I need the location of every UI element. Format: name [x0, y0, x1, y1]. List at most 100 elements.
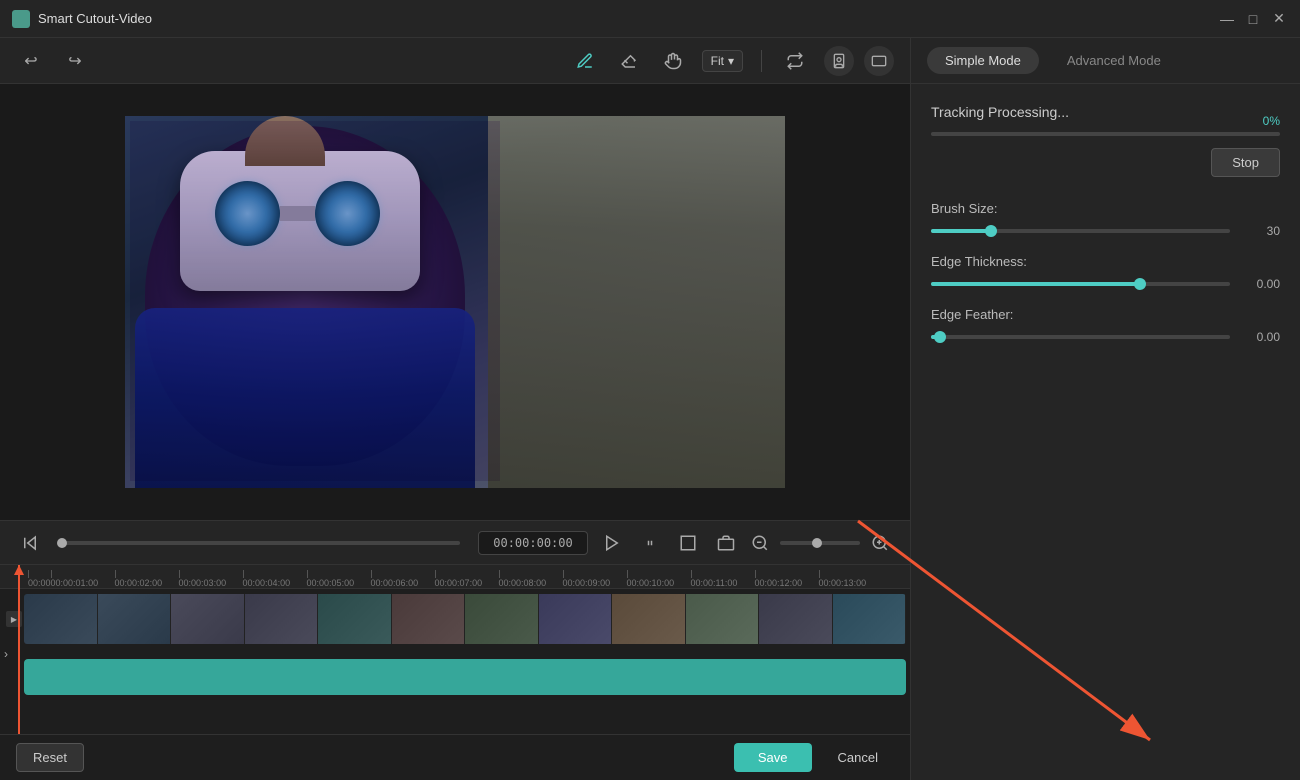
mode-tabs: Simple Mode Advanced Mode: [911, 38, 1300, 84]
fit-dropdown[interactable]: Fit ▾: [702, 50, 743, 72]
ruler-mark: 00:00:03:00: [179, 570, 243, 588]
ruler-mark: 00:00:08:00: [499, 570, 563, 588]
tracking-progress-percent: 0%: [1263, 114, 1280, 128]
time-display: 00:00:00:00: [478, 531, 588, 555]
ruler-mark: 00:00:12:00: [755, 570, 819, 588]
prev-frame-button[interactable]: [16, 529, 44, 557]
video-progress-bar[interactable]: [62, 541, 460, 545]
fit-to-frame-button[interactable]: [712, 529, 740, 557]
portrait-mode-button[interactable]: [824, 46, 854, 76]
cancel-button[interactable]: Cancel: [822, 743, 894, 772]
teal-track-bar[interactable]: [24, 659, 906, 695]
brush-size-fill: [931, 229, 991, 233]
playhead[interactable]: [18, 565, 20, 734]
ruler-mark: 00:00:10:00: [627, 570, 691, 588]
ruler-mark: 00:00:06:00: [371, 570, 435, 588]
film-frame: [612, 594, 686, 644]
zoom-out-button[interactable]: [746, 529, 774, 557]
edge-thickness-slider-row: 0.00: [931, 277, 1280, 291]
app-icon: [12, 10, 30, 28]
ruler-mark: 00:00:07:00: [435, 570, 499, 588]
tracking-progress-track: [931, 132, 1280, 136]
main-layout: ↩ ↪ Fit ▾: [0, 38, 1300, 780]
advanced-mode-tab[interactable]: Advanced Mode: [1049, 47, 1179, 74]
video-canvas: [125, 116, 785, 488]
minimize-button[interactable]: —: [1218, 10, 1236, 28]
expand-track-button[interactable]: ›: [4, 647, 8, 661]
close-button[interactable]: ✕: [1270, 10, 1288, 28]
film-frame: [392, 594, 466, 644]
film-frame: [245, 594, 319, 644]
panel-content: Tracking Processing... 0% Stop Brush Siz…: [911, 84, 1300, 780]
bottom-right-actions: Save Cancel: [734, 743, 894, 772]
redo-button[interactable]: ↪: [60, 46, 90, 76]
toolbar: ↩ ↪ Fit ▾: [0, 38, 910, 84]
brush-size-slider-row: 30: [931, 224, 1280, 238]
stop-tracking-button[interactable]: Stop: [1211, 148, 1280, 177]
brush-size-thumb[interactable]: [985, 225, 997, 237]
progress-thumb[interactable]: [57, 538, 67, 548]
track-expand-row: ›: [0, 649, 910, 659]
edge-feather-slider[interactable]: [931, 335, 1230, 339]
playback-bar: 00:00:00:00: [0, 520, 910, 564]
simple-mode-tab[interactable]: Simple Mode: [927, 47, 1039, 74]
ruler-marks: 00:00 00:00:01:00 00:00:02:00 00:00:03:0…: [28, 565, 883, 588]
reset-button[interactable]: Reset: [16, 743, 84, 772]
edge-feather-value: 0.00: [1240, 330, 1280, 344]
film-frame: [539, 594, 613, 644]
ruler-mark: 00:00:09:00: [563, 570, 627, 588]
film-frame: [686, 594, 760, 644]
right-panel: Simple Mode Advanced Mode Tracking Proce…: [910, 38, 1300, 780]
edge-thickness-label: Edge Thickness:: [931, 254, 1280, 269]
brush-size-label: Brush Size:: [931, 201, 1280, 216]
edge-feather-slider-row: 0.00: [931, 330, 1280, 344]
zoom-thumb[interactable]: [812, 538, 822, 548]
edge-thickness-thumb[interactable]: [1134, 278, 1146, 290]
film-frame: [318, 594, 392, 644]
ruler-mark: 00:00:11:00: [691, 570, 755, 588]
track-header: ▶: [4, 593, 24, 645]
film-frame: [465, 594, 539, 644]
toolbar-separator: [761, 50, 762, 72]
play-button[interactable]: [598, 529, 626, 557]
ruler-mark: 00:00:02:00: [115, 570, 179, 588]
toolbar-right: [824, 46, 894, 76]
edge-thickness-slider[interactable]: [931, 282, 1230, 286]
zoom-in-button[interactable]: [866, 529, 894, 557]
erase-tool-button[interactable]: [614, 46, 644, 76]
brush-size-value: 30: [1240, 224, 1280, 238]
maximize-button[interactable]: □: [1244, 10, 1262, 28]
zoom-area: [712, 529, 894, 557]
brush-size-slider[interactable]: [931, 229, 1230, 233]
tracking-progress-container: 0%: [931, 132, 1280, 136]
ruler-mark: 00:00:01:00: [51, 570, 115, 588]
film-frame: [171, 594, 245, 644]
landscape-mode-button[interactable]: [864, 46, 894, 76]
window-controls: — □ ✕: [1218, 10, 1288, 28]
ruler-mark: 00:00: [28, 570, 51, 588]
app-title: Smart Cutout-Video: [38, 11, 1218, 26]
ruler-mark: 00:00:05:00: [307, 570, 371, 588]
edge-thickness-value: 0.00: [1240, 277, 1280, 291]
film-frame: [833, 594, 907, 644]
timeline-track: ▶: [0, 589, 910, 649]
edge-thickness-fill: [931, 282, 1140, 286]
filmstrip: [24, 594, 906, 644]
zoom-slider[interactable]: [780, 541, 860, 545]
ruler-mark: 00:00:04:00: [243, 570, 307, 588]
ruler-mark: 00:00:13:00: [819, 570, 883, 588]
stop-button[interactable]: [674, 529, 702, 557]
edge-feather-thumb[interactable]: [934, 331, 946, 343]
draw-tool-button[interactable]: [570, 46, 600, 76]
save-button[interactable]: Save: [734, 743, 812, 772]
pause-button[interactable]: [636, 529, 664, 557]
film-frame: [759, 594, 833, 644]
timeline-ruler: 00:00 00:00:01:00 00:00:02:00 00:00:03:0…: [0, 565, 910, 589]
film-frame: [24, 594, 98, 644]
left-area: ↩ ↪ Fit ▾: [0, 38, 910, 780]
title-bar: Smart Cutout-Video — □ ✕: [0, 0, 1300, 38]
swap-button[interactable]: [780, 46, 810, 76]
hand-tool-button[interactable]: [658, 46, 688, 76]
undo-button[interactable]: ↩: [16, 46, 46, 76]
timeline: 00:00 00:00:01:00 00:00:02:00 00:00:03:0…: [0, 564, 910, 734]
